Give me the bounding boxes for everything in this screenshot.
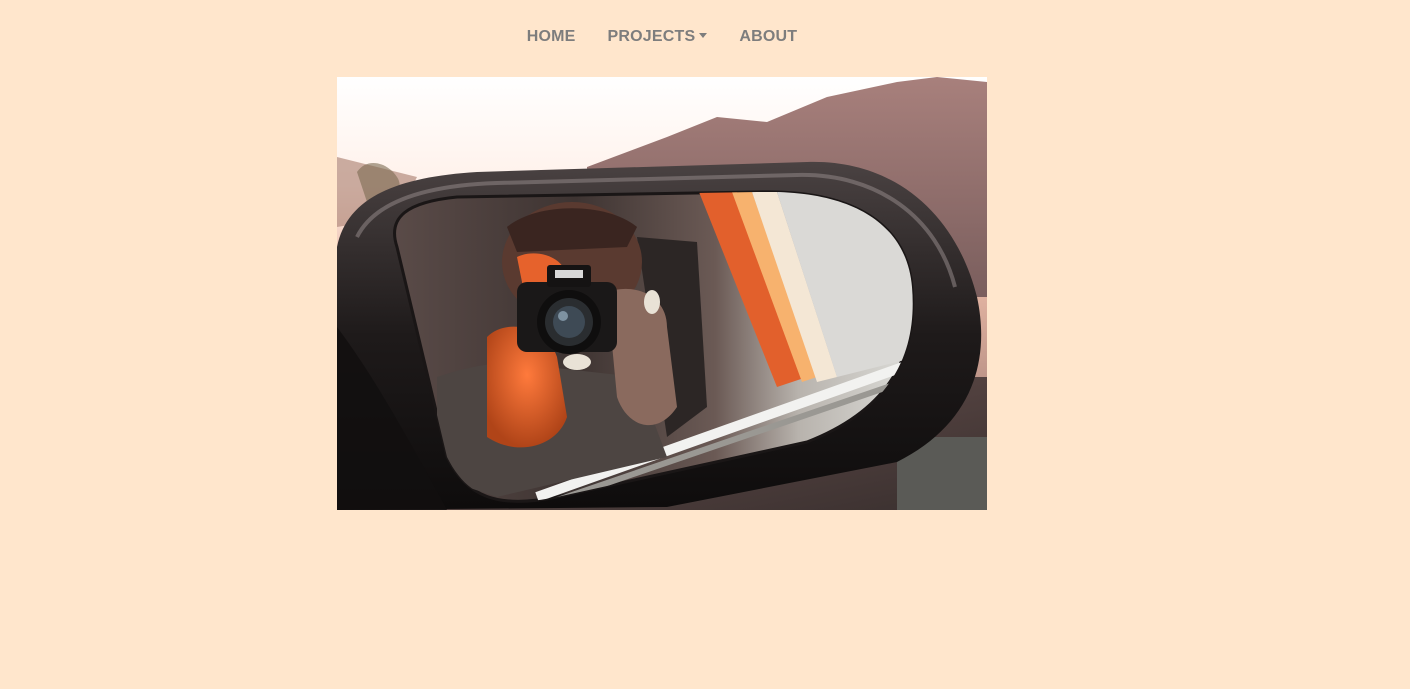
- nav-home-link[interactable]: HOME: [511, 22, 592, 52]
- hero-image: [337, 77, 987, 510]
- caret-down-icon: [699, 33, 708, 38]
- nav-about-label: ABOUT: [739, 28, 798, 45]
- nav-projects-dropdown[interactable]: PROJECTS: [592, 22, 724, 52]
- nav-projects-label: PROJECTS: [607, 28, 696, 45]
- nav-home-label: HOME: [526, 28, 576, 45]
- car-mirror-photo: [337, 77, 987, 510]
- nav-about-link[interactable]: ABOUT: [723, 22, 813, 52]
- main-navbar: HOME PROJECTS ABOUT: [0, 22, 1324, 52]
